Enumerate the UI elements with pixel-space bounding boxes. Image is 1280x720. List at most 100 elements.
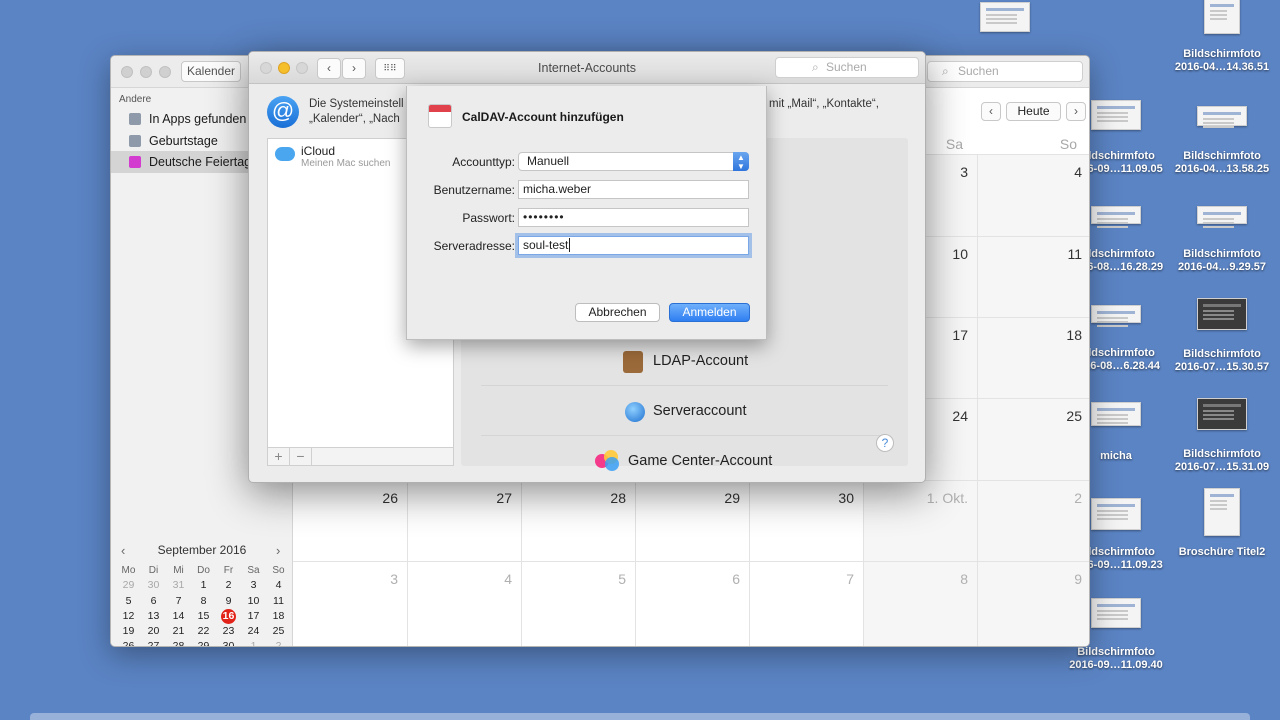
account-type-label: Serveraccount [653,403,747,419]
desktop-file-item[interactable]: Bildschirmfoto 2016-07…15.31.09 [1167,398,1277,474]
username-field[interactable]: micha.weber [518,180,749,199]
day-number[interactable]: 26 [358,490,398,506]
dock[interactable] [30,713,1250,720]
calendar-checkbox[interactable] [129,135,141,147]
mini-calendar-day[interactable]: 31 [166,578,191,593]
day-number[interactable]: 4 [1042,164,1082,180]
mini-calendar-day[interactable]: 19 [116,624,141,639]
day-number[interactable]: 24 [928,408,968,424]
day-number[interactable]: 2 [1042,490,1082,506]
day-number[interactable]: 29 [700,490,740,506]
account-type-ldap[interactable]: LDAP-Account [481,338,888,386]
day-number[interactable]: 30 [814,490,854,506]
mini-calendar-day[interactable]: 30 [216,639,241,646]
mini-calendar-day[interactable]: 22 [191,624,216,639]
mini-calendar-day[interactable]: 15 [191,609,216,624]
day-number[interactable]: 7 [814,571,854,587]
minimize-button[interactable] [140,66,152,78]
add-account-button[interactable]: + [268,448,290,466]
day-number[interactable]: 10 [928,246,968,262]
mini-calendar-day[interactable]: 25 [266,624,291,639]
desktop-file-item[interactable]: Bildschirmfoto 2016-04…13.58.25 [1167,106,1277,176]
desktop-file-item[interactable]: Bildschirmfoto 2016-04…14.36.51 [1167,0,1277,74]
day-number[interactable]: 27 [472,490,512,506]
screenshot-thumbnail [1091,498,1141,530]
day-number[interactable]: 11 [1042,246,1082,262]
calendar-checkbox[interactable] [129,156,141,168]
day-number[interactable]: 28 [586,490,626,506]
calendar-checkbox[interactable] [129,113,141,125]
day-number[interactable]: 9 [1042,571,1082,587]
remove-account-button[interactable]: − [290,448,312,466]
chevron-right-icon[interactable]: › [1066,102,1086,121]
mini-calendar-day[interactable]: 27 [141,639,166,646]
mini-calendar-day[interactable]: 11 [266,594,291,609]
account-type-select[interactable]: Manuell ▲ ▼ [518,152,749,171]
login-button[interactable]: Anmelden [669,303,750,322]
day-number[interactable]: 4 [472,571,512,587]
mini-calendar-day[interactable]: 6 [141,594,166,609]
chevron-left-icon[interactable]: ‹ [981,102,1001,121]
mini-calendar-day[interactable]: 30 [141,578,166,593]
mini-calendar-day[interactable]: 7 [166,594,191,609]
mini-calendar-day[interactable]: 10 [241,594,266,609]
account-type-label: Game Center-Account [628,453,773,469]
mini-calendar-day[interactable]: 18 [266,609,291,624]
mini-calendar-day[interactable]: 13 [141,609,166,624]
zoom-button[interactable] [159,66,171,78]
mini-calendar-day[interactable]: 8 [191,594,216,609]
calendar-item-label: In Apps gefunden [149,112,247,126]
day-number[interactable]: 8 [928,571,968,587]
mini-calendar-day[interactable]: 29 [191,639,216,646]
mini-calendar-day[interactable]: 26 [116,639,141,646]
day-number[interactable]: 25 [1042,408,1082,424]
help-button[interactable]: ? [876,434,894,452]
server-address-field[interactable]: soul-test [518,236,749,255]
day-number[interactable]: 5 [586,571,626,587]
day-number[interactable]: 18 [1042,327,1082,343]
desktop-file-item[interactable]: Bildschirmfoto 2016-04…9.29.57 [1167,206,1277,274]
mini-calendar-day[interactable]: 21 [166,624,191,639]
close-button[interactable] [121,66,133,78]
mini-calendar-day[interactable]: 24 [241,624,266,639]
mini-calendar-day[interactable]: 1 [191,578,216,593]
mini-calendar-day[interactable]: 3 [241,578,266,593]
mini-calendar-day[interactable]: 28 [166,639,191,646]
mini-calendar-week: 12 13 14 15 16 17 18 [116,608,291,624]
game-center-icon [595,450,621,471]
mini-calendar-day[interactable]: 4 [266,578,291,593]
desktop-file-item[interactable]: Broschüre Titel2 [1167,488,1277,559]
account-subtitle: Meinen Mac suchen [301,158,391,169]
desktop-file-item[interactable]: Bildschirmfoto 2016-07…15.30.57 [1167,298,1277,374]
calendar-search-input[interactable]: ⌕ Suchen [927,61,1083,82]
weekday-label: Do [197,565,210,576]
mini-calendar-day[interactable]: 14 [166,609,191,624]
cancel-button[interactable]: Abbrechen [575,303,660,322]
chevron-right-icon[interactable]: › [276,543,280,558]
today-button[interactable]: Heute [1006,102,1061,121]
mini-calendar-day[interactable]: 20 [141,624,166,639]
mini-calendar-day[interactable]: 2 [216,578,241,593]
accounts-search-input[interactable]: ⌕ Suchen [775,57,919,78]
account-type-server[interactable]: Serveraccount [481,388,888,436]
day-number[interactable]: 3 [928,164,968,180]
mini-calendar-day[interactable]: 12 [116,609,141,624]
day-number[interactable]: 6 [700,571,740,587]
mini-calendar-day[interactable]: 2 [266,639,291,646]
mini-calendar-day[interactable]: 9 [216,594,241,609]
mini-calendar-day[interactable]: 1 [241,639,266,646]
password-field[interactable]: •••••••• [518,208,749,227]
server-address-value: soul-test [523,238,569,252]
mini-calendar-day[interactable]: 16 [216,608,241,624]
day-number[interactable]: 1. Okt. [898,490,968,506]
mini-calendar-month: September 2016 [157,543,247,557]
desktop-file-item[interactable] [950,0,1060,32]
calendars-button[interactable]: Kalender [181,61,241,82]
mini-calendar-day[interactable]: 23 [216,624,241,639]
account-type-game-center[interactable]: Game Center-Account [481,438,888,482]
mini-calendar-day[interactable]: 17 [241,609,266,624]
day-number[interactable]: 3 [358,571,398,587]
day-number[interactable]: 17 [928,327,968,343]
mini-calendar-day[interactable]: 5 [116,594,141,609]
mini-calendar-day[interactable]: 29 [116,578,141,593]
